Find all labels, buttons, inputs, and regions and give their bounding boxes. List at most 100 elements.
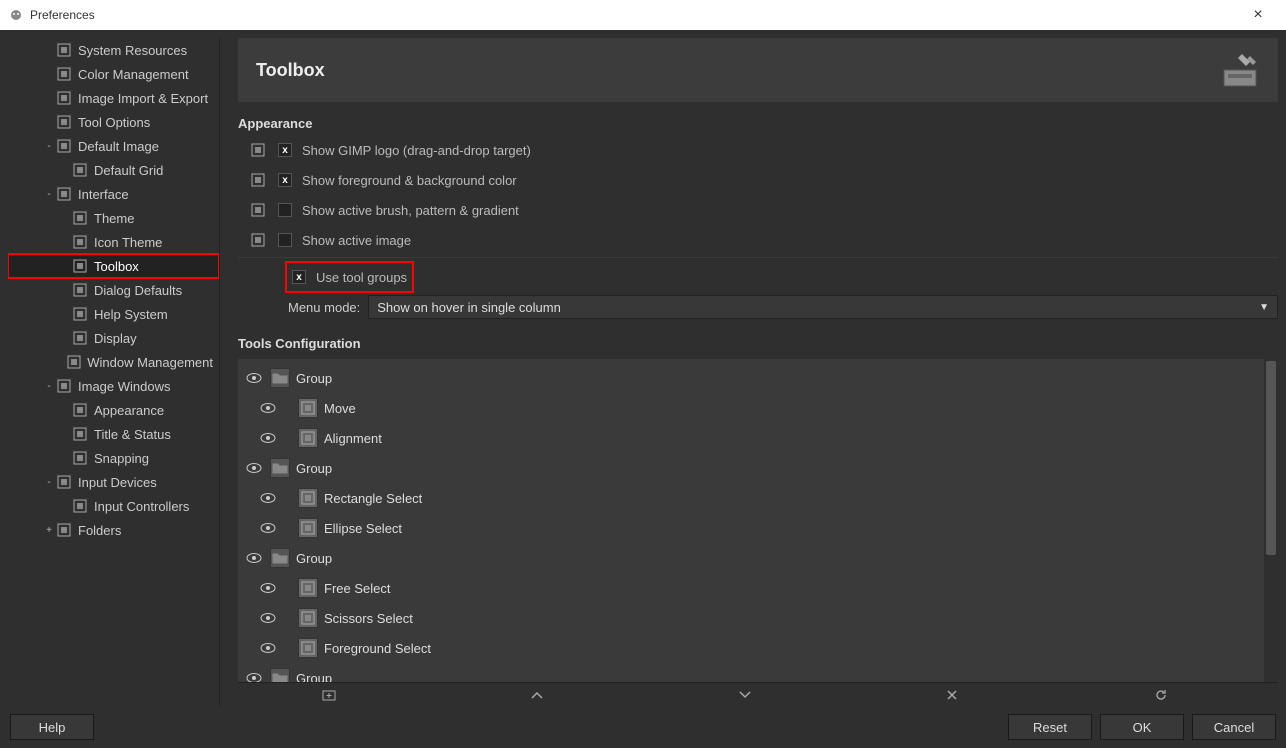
tool-row-free-select[interactable]: Free Select — [238, 573, 1264, 603]
help-button[interactable]: Help — [10, 714, 94, 740]
sidebar-item-label: Display — [94, 331, 137, 346]
tool-row-foreground-select[interactable]: Foreground Select — [238, 633, 1264, 663]
tool-label: Scissors Select — [324, 611, 413, 626]
tool-options-icon — [56, 114, 72, 130]
visibility-toggle-icon[interactable] — [258, 522, 278, 534]
close-button[interactable]: × — [1238, 6, 1278, 24]
scrollbar-thumb[interactable] — [1266, 361, 1276, 555]
sidebar-item-folders[interactable]: +Folders — [8, 518, 219, 542]
tool-row-ellipse-select[interactable]: Ellipse Select — [238, 513, 1264, 543]
tool-row-scissors-select[interactable]: Scissors Select — [238, 603, 1264, 633]
appearance-option-label: Show foreground & background color — [302, 173, 517, 188]
visibility-toggle-icon[interactable] — [258, 642, 278, 654]
tool-label: Group — [296, 371, 332, 386]
sidebar-item-interface[interactable]: -Interface — [8, 182, 219, 206]
expand-toggle[interactable]: - — [42, 477, 56, 488]
cancel-button[interactable]: Cancel — [1192, 714, 1276, 740]
toolbox-icon — [1220, 50, 1260, 90]
appearance-checkbox-1[interactable] — [278, 173, 292, 187]
sidebar-item-label: Default Grid — [94, 163, 163, 178]
folder-icon — [270, 458, 290, 478]
expand-toggle[interactable]: - — [42, 189, 56, 200]
tool-group-row[interactable]: Group — [238, 363, 1264, 393]
tool-row-alignment[interactable]: Alignment — [238, 423, 1264, 453]
expand-toggle[interactable]: - — [42, 381, 56, 392]
sidebar-item-theme[interactable]: Theme — [8, 206, 219, 230]
sidebar-item-label: Toolbox — [94, 259, 139, 274]
chip-icon — [56, 42, 72, 58]
sidebar-item-input-devices[interactable]: -Input Devices — [8, 470, 219, 494]
expand-toggle[interactable]: + — [42, 525, 56, 536]
preferences-content: Toolbox Appearance Show GIMP logo (drag-… — [220, 38, 1278, 706]
tool-group-row[interactable]: Group — [238, 543, 1264, 573]
appearance-checkbox-0[interactable] — [278, 143, 292, 157]
tools-scrollbar[interactable] — [1264, 359, 1278, 682]
visibility-toggle-icon[interactable] — [258, 402, 278, 414]
sidebar-item-help-system[interactable]: Help System — [8, 302, 219, 326]
sidebar-item-tool-options[interactable]: Tool Options — [8, 110, 219, 134]
move-down-button[interactable] — [738, 690, 778, 700]
ok-button[interactable]: OK — [1100, 714, 1184, 740]
tool-group-row[interactable]: Group — [238, 453, 1264, 483]
fgbg-icon — [238, 173, 278, 187]
tool-label: Group — [296, 551, 332, 566]
sidebar-item-input-controllers[interactable]: Input Controllers — [8, 494, 219, 518]
sidebar-item-label: Help System — [94, 307, 168, 322]
sidebar-item-image-windows[interactable]: -Image Windows — [8, 374, 219, 398]
appearance-option-1[interactable]: Show foreground & background color — [238, 165, 1278, 195]
appearance-checkbox-3[interactable] — [278, 233, 292, 247]
appearance-option-3[interactable]: Show active image — [238, 225, 1278, 255]
tool-group-row[interactable]: Group — [238, 663, 1264, 682]
sidebar-item-title-status[interactable]: Title & Status — [8, 422, 219, 446]
sidebar-item-default-image[interactable]: -Default Image — [8, 134, 219, 158]
reset-button[interactable]: Reset — [1008, 714, 1092, 740]
tool-label: Group — [296, 461, 332, 476]
appearance-checkbox-2[interactable] — [278, 203, 292, 217]
visibility-toggle-icon[interactable] — [258, 432, 278, 444]
sidebar-item-dialog-defaults[interactable]: Dialog Defaults — [8, 278, 219, 302]
sidebar-item-snapping[interactable]: Snapping — [8, 446, 219, 470]
use-tool-groups-option[interactable]: Use tool groups — [286, 262, 413, 292]
use-tool-groups-label: Use tool groups — [316, 270, 407, 285]
tools-configuration-area: Group Move Alignment Group Rectangle SelectE… — [238, 359, 1278, 682]
sidebar-item-window-management[interactable]: Window Management — [8, 350, 219, 374]
tool-row-rectangle-select[interactable]: Rectangle Select — [238, 483, 1264, 513]
reset-order-button[interactable] — [1154, 688, 1194, 702]
sidebar-item-label: Input Controllers — [94, 499, 189, 514]
expand-toggle[interactable]: - — [42, 141, 56, 152]
appearance-option-0[interactable]: Show GIMP logo (drag-and-drop target) — [238, 135, 1278, 165]
visibility-toggle-icon[interactable] — [244, 552, 264, 564]
folder-icon — [270, 548, 290, 568]
visibility-toggle-icon[interactable] — [244, 462, 264, 474]
move-up-button[interactable] — [530, 690, 570, 700]
new-group-button[interactable] — [322, 688, 362, 702]
title-status-icon — [72, 426, 88, 442]
sidebar-item-toolbox[interactable]: Toolbox — [8, 254, 219, 278]
tools-list[interactable]: Group Move Alignment Group Rectangle SelectE… — [238, 359, 1264, 682]
visibility-toggle-icon[interactable] — [258, 612, 278, 624]
appearance-option-label: Show active image — [302, 233, 411, 248]
window-title: Preferences — [30, 8, 1238, 22]
menu-mode-dropdown[interactable]: Show on hover in single column ▼ — [368, 295, 1278, 319]
sidebar-item-color-management[interactable]: Color Management — [8, 62, 219, 86]
sidebar-item-icon-theme[interactable]: Icon Theme — [8, 230, 219, 254]
appearance-option-2[interactable]: Show active brush, pattern & gradient — [238, 195, 1278, 225]
visibility-toggle-icon[interactable] — [244, 372, 264, 384]
sidebar-item-display[interactable]: Display — [8, 326, 219, 350]
sidebar-item-default-grid[interactable]: Default Grid — [8, 158, 219, 182]
sidebar-item-system-resources[interactable]: System Resources — [8, 38, 219, 62]
delete-button[interactable] — [946, 689, 986, 701]
visibility-toggle-icon[interactable] — [244, 672, 264, 682]
tool-label: Alignment — [324, 431, 382, 446]
visibility-toggle-icon[interactable] — [258, 582, 278, 594]
display-icon — [72, 330, 88, 346]
sidebar-item-appearance[interactable]: Appearance — [8, 398, 219, 422]
input-controllers-icon — [72, 498, 88, 514]
use-tool-groups-checkbox[interactable] — [292, 270, 306, 284]
visibility-toggle-icon[interactable] — [258, 492, 278, 504]
menu-mode-row: Menu mode: Show on hover in single colum… — [288, 292, 1278, 322]
sidebar-item-image-import-export[interactable]: Image Import & Export — [8, 86, 219, 110]
tool-row-move[interactable]: Move — [238, 393, 1264, 423]
appearance-option-label: Show active brush, pattern & gradient — [302, 203, 519, 218]
tools-config-toolbar — [238, 682, 1278, 706]
